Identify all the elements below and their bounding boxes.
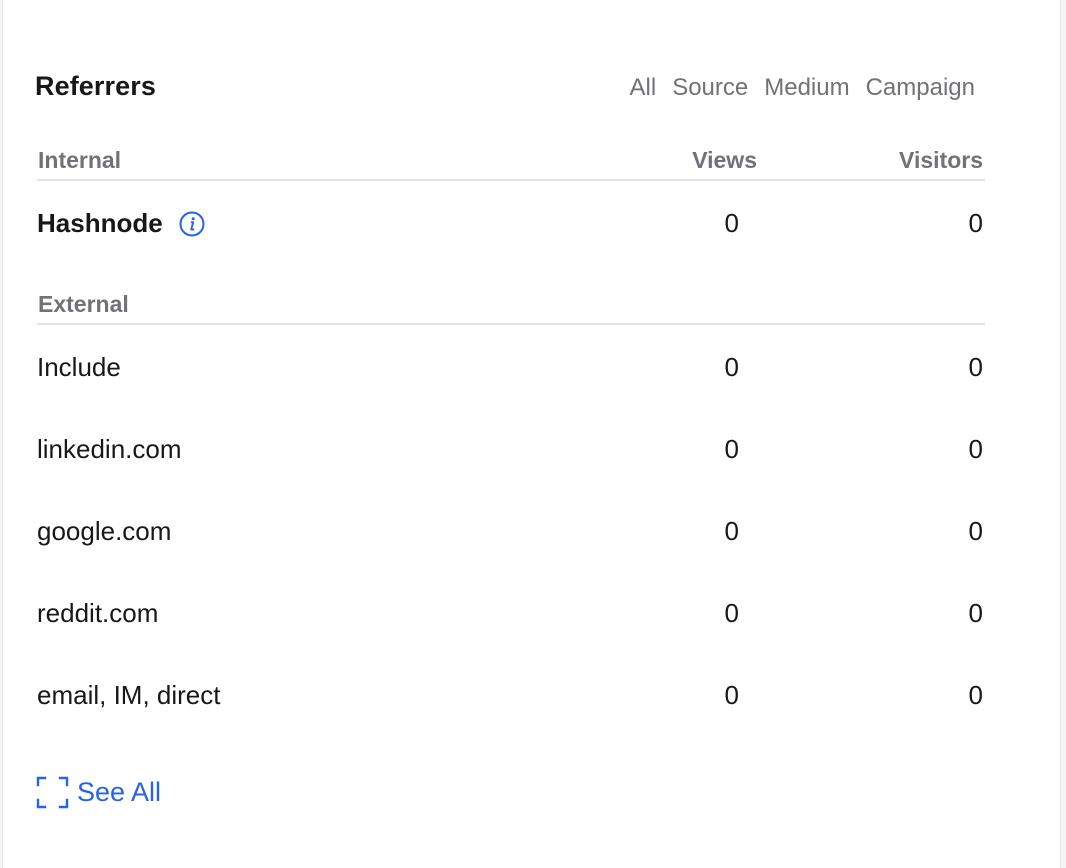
see-all-button[interactable]: See All: [36, 776, 161, 809]
referrer-name: Hashnode: [37, 208, 205, 239]
filter-tab-campaign[interactable]: Campaign: [866, 74, 975, 102]
visitors-value: 0: [968, 680, 983, 710]
table-row[interactable]: google.com 0 0: [37, 514, 985, 554]
visitors-column-header: Visitors: [899, 147, 983, 173]
table-row[interactable]: email, IM, direct 0 0: [37, 678, 985, 718]
views-value: 0: [724, 434, 739, 464]
views-value: 0: [724, 352, 739, 382]
views-value: 0: [724, 208, 739, 238]
internal-section-header: Internal Views Visitors: [37, 147, 985, 181]
table-row[interactable]: reddit.com 0 0: [37, 596, 985, 636]
referrer-name: linkedin.com: [37, 434, 182, 464]
views-value: 0: [724, 680, 739, 710]
card-header: Referrers All Source Medium Campaign: [35, 70, 975, 106]
views-value: 0: [724, 598, 739, 628]
views-column-header: Views: [692, 147, 757, 173]
external-label: External: [38, 291, 129, 317]
views-value: 0: [724, 516, 739, 546]
referrer-name: Include: [37, 352, 121, 382]
visitors-value: 0: [968, 434, 983, 464]
referrer-label: Hashnode: [37, 208, 163, 238]
referrer-name: google.com: [37, 516, 172, 546]
table-row[interactable]: linkedin.com 0 0: [37, 432, 985, 472]
visitors-value: 0: [968, 598, 983, 628]
info-icon[interactable]: [179, 211, 205, 237]
expand-icon: [36, 776, 69, 809]
filter-tabs: All Source Medium Campaign: [630, 74, 975, 102]
visitors-value: 0: [968, 208, 983, 238]
external-section-header: External: [37, 291, 985, 325]
visitors-value: 0: [968, 516, 983, 546]
filter-tab-medium[interactable]: Medium: [764, 74, 849, 102]
filter-tab-all[interactable]: All: [630, 74, 657, 102]
referrers-card: Referrers All Source Medium Campaign Int…: [2, 0, 1061, 868]
card-title: Referrers: [35, 71, 156, 101]
table-row[interactable]: Include 0 0: [37, 350, 985, 390]
see-all-label: See All: [77, 777, 162, 807]
referrer-name: email, IM, direct: [37, 680, 221, 710]
visitors-value: 0: [968, 352, 983, 382]
table-row[interactable]: Hashnode 0 0: [37, 206, 985, 246]
internal-label: Internal: [38, 147, 122, 173]
referrer-name: reddit.com: [37, 598, 159, 628]
filter-tab-source[interactable]: Source: [672, 74, 748, 102]
